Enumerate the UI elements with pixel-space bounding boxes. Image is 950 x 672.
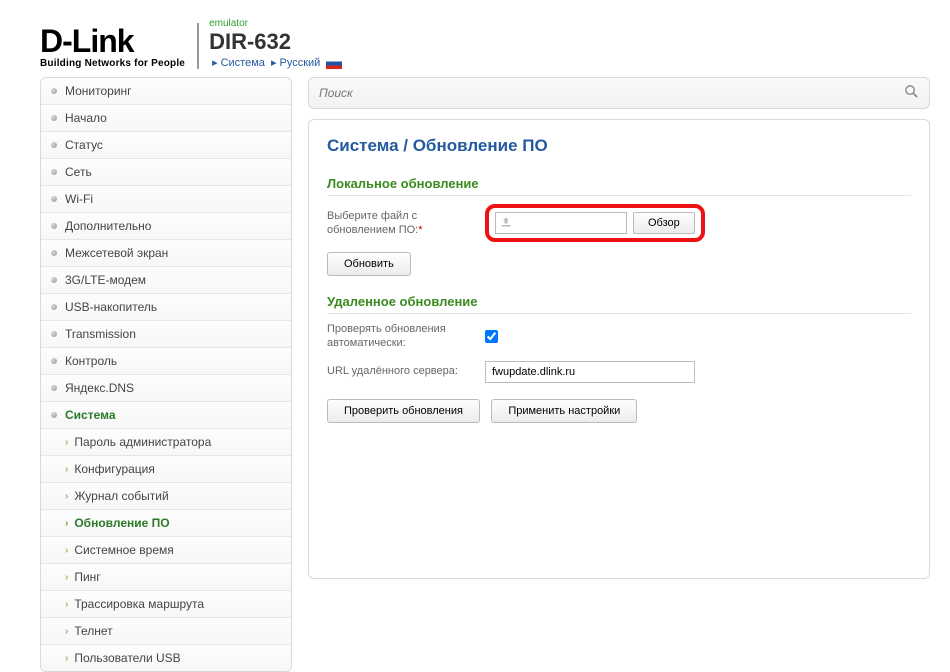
remote-url-input[interactable] — [485, 361, 695, 383]
sidebar-sub-config[interactable]: ›Конфигурация — [41, 456, 291, 483]
browse-button[interactable]: Обзор — [633, 212, 695, 234]
page-title: Система / Обновление ПО — [327, 136, 911, 156]
sidebar-item-usb[interactable]: USB-накопитель — [41, 294, 291, 321]
sidebar-item-3g[interactable]: 3G/LTE-модем — [41, 267, 291, 294]
sidebar-sub-ping[interactable]: ›Пинг — [41, 564, 291, 591]
logo-text: D-Link — [40, 23, 134, 60]
sidebar-item-home[interactable]: Начало — [41, 105, 291, 132]
model-name: DIR-632 — [209, 29, 342, 55]
sidebar-sub-admin-password[interactable]: ›Пароль администратора — [41, 429, 291, 456]
update-button[interactable]: Обновить — [327, 252, 411, 276]
sidebar-item-transmission[interactable]: Transmission — [41, 321, 291, 348]
url-label: URL удалённого сервера: — [327, 364, 485, 378]
sidebar-item-firewall[interactable]: Межсетевой экран — [41, 240, 291, 267]
chevron-right-icon: ▸ — [212, 57, 218, 69]
chevron-right-icon: ▸ — [271, 57, 277, 69]
sidebar-sub-time[interactable]: ›Системное время — [41, 537, 291, 564]
sidebar-item-network[interactable]: Сеть — [41, 159, 291, 186]
logo-tagline: Building Networks for People — [40, 58, 185, 69]
sidebar-sub-traceroute[interactable]: ›Трассировка маршрута — [41, 591, 291, 618]
local-update-heading: Локальное обновление — [327, 168, 911, 196]
flag-ru-icon[interactable] — [326, 58, 342, 69]
file-select-label: Выберите файл с обновлением ПО:* — [327, 209, 485, 238]
file-path-field[interactable] — [495, 212, 627, 234]
breadcrumb: ▸Система ▸Русский — [209, 56, 342, 69]
upload-icon — [500, 216, 512, 231]
sidebar-item-wifi[interactable]: Wi-Fi — [41, 186, 291, 213]
search-bar[interactable] — [308, 77, 930, 109]
check-updates-button[interactable]: Проверить обновления — [327, 399, 480, 423]
sidebar-sub-usb-users[interactable]: ›Пользователи USB — [41, 645, 291, 671]
sidebar-sub-log[interactable]: ›Журнал событий — [41, 483, 291, 510]
crumb-system[interactable]: Система — [221, 57, 265, 69]
crumb-language[interactable]: Русский — [280, 57, 321, 69]
search-input[interactable] — [319, 86, 904, 100]
model-block: emulator DIR-632 ▸Система ▸Русский — [199, 18, 342, 69]
main-panel: Система / Обновление ПО Локальное обновл… — [308, 119, 930, 579]
emulator-label: emulator — [209, 18, 342, 29]
sidebar-item-advanced[interactable]: Дополнительно — [41, 213, 291, 240]
sidebar-item-system[interactable]: Система — [41, 402, 291, 429]
sidebar-item-status[interactable]: Статус — [41, 132, 291, 159]
sidebar-sub-firmware[interactable]: ›Обновление ПО — [41, 510, 291, 537]
apply-settings-button[interactable]: Применить настройки — [491, 399, 637, 423]
sidebar-item-control[interactable]: Контроль — [41, 348, 291, 375]
header: D-Link Building Networks for People emul… — [0, 0, 950, 77]
remote-update-heading: Удаленное обновление — [327, 286, 911, 314]
logo-block: D-Link Building Networks for People — [40, 23, 199, 69]
sidebar: Мониторинг Начало Статус Сеть Wi-Fi Допо… — [40, 77, 292, 672]
file-select-highlight: Обзор — [485, 204, 705, 242]
sidebar-item-yandexdns[interactable]: Яндекс.DNS — [41, 375, 291, 402]
search-icon[interactable] — [904, 84, 919, 102]
sidebar-item-monitoring[interactable]: Мониторинг — [41, 78, 291, 105]
auto-check-checkbox[interactable] — [485, 330, 498, 343]
auto-check-label: Проверять обновления автоматически: — [327, 322, 485, 351]
